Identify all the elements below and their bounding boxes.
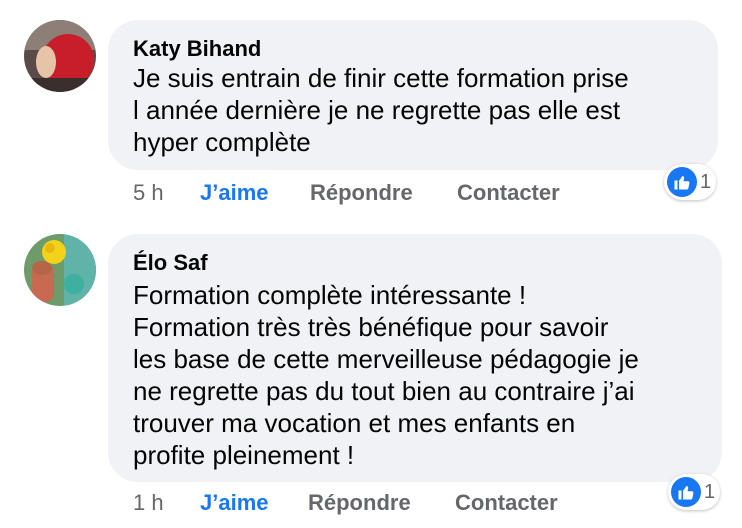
comment-text: Formation complète intéressante ! Format… — [133, 279, 639, 471]
contact-button[interactable]: Contacter — [455, 490, 558, 516]
comment-text-line: Formation très très bénéfique pour savoi… — [133, 312, 609, 342]
reaction-summary[interactable]: 1 — [668, 474, 720, 510]
avatar[interactable] — [24, 234, 96, 306]
reply-button[interactable]: Répondre — [308, 490, 411, 516]
comment-text-line: Formation complète intéressante ! — [133, 280, 527, 310]
comment: Élo Saf Formation complète intéressante … — [0, 0, 742, 528]
comment-text-line: profite pleinement ! — [133, 440, 355, 470]
comment-text-line: les base de cette merveilleuse pédagogie… — [133, 344, 639, 374]
thumbs-up-icon — [671, 477, 701, 507]
reaction-count: 1 — [704, 480, 716, 503]
comment-text-line: ne regrette pas du tout bien au contrair… — [133, 376, 635, 406]
comment-text-line: trouver ma vocation et mes enfants en — [133, 408, 576, 438]
like-button[interactable]: J’aime — [200, 490, 269, 516]
comment-timestamp: 1 h — [133, 490, 164, 515]
comment-author[interactable]: Élo Saf — [133, 250, 208, 276]
